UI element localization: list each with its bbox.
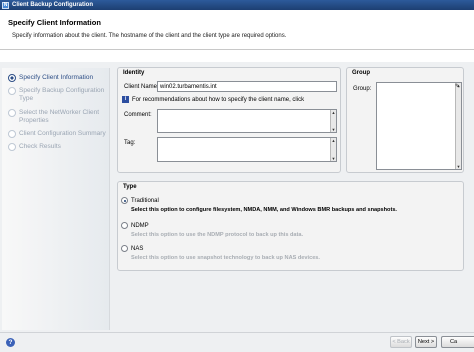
step-check-results[interactable]: Check Results: [8, 143, 109, 151]
type-option-traditional[interactable]: Traditional: [121, 197, 159, 204]
tag-textarea[interactable]: ▲ ▼: [157, 137, 337, 162]
help-icon[interactable]: ?: [6, 338, 15, 347]
step-client-configuration-summary[interactable]: Client Configuration Summary: [8, 130, 109, 138]
app-icon: N: [2, 1, 9, 9]
step-bullet-icon: [8, 87, 16, 95]
group-list[interactable]: ▲ ▼: [376, 82, 462, 170]
type-option-ndmp[interactable]: NDMP: [121, 222, 149, 229]
wizard-header: Specify Client Information Specify infor…: [0, 10, 474, 50]
step-label: Select the NetWorker Client Properties: [19, 109, 100, 124]
info-icon: i: [122, 96, 129, 103]
identity-panel-title: Identity: [123, 70, 145, 76]
type-panel-title: Type: [123, 184, 137, 190]
scroll-down-icon[interactable]: ▼: [331, 156, 336, 161]
nas-label: NAS: [131, 245, 144, 252]
nas-radio[interactable]: [121, 245, 128, 252]
pencil-icon[interactable]: ✎: [455, 84, 461, 90]
ndmp-description: Select this option to use the NDMP proto…: [131, 232, 304, 238]
step-bullet-icon: [8, 109, 16, 117]
client-name-help-text[interactable]: For recommendations about how to specify…: [132, 97, 304, 103]
client-name-value: win02.turbamentis.int: [160, 83, 217, 90]
title-bar: N Client Backup Configuration: [0, 0, 474, 10]
scroll-up-icon[interactable]: ▲: [331, 138, 336, 143]
ndmp-label: NDMP: [131, 222, 149, 229]
comment-scrollbar[interactable]: ▲ ▼: [330, 110, 336, 132]
client-name-input[interactable]: win02.turbamentis.int: [157, 81, 337, 92]
page-title: Specify Client Information: [8, 18, 101, 27]
group-label: Group:: [353, 86, 372, 92]
traditional-radio[interactable]: [121, 197, 128, 204]
next-button[interactable]: Next >: [415, 336, 437, 348]
step-label: Check Results: [19, 143, 61, 150]
step-label: Specify Client Information: [19, 74, 94, 81]
step-specify-backup-configuration-type[interactable]: Specify Backup Configuration Type: [8, 87, 109, 103]
client-name-label: Client Name:: [124, 84, 159, 90]
back-button[interactable]: < Back: [390, 336, 412, 348]
step-bullet-icon: [8, 74, 16, 82]
comment-textarea[interactable]: ▲ ▼: [157, 109, 337, 133]
ndmp-radio[interactable]: [121, 222, 128, 229]
scroll-down-icon[interactable]: ▼: [331, 127, 336, 132]
group-scrollbar[interactable]: ▲ ▼: [455, 83, 461, 169]
step-label: Specify Backup Configuration Type: [19, 87, 105, 102]
group-panel-title: Group: [352, 70, 370, 76]
window-title: Client Backup Configuration: [12, 2, 93, 8]
comment-label: Comment:: [124, 112, 152, 118]
scroll-down-icon[interactable]: ▼: [456, 164, 461, 169]
client-name-help-row: i For recommendations about how to speci…: [122, 96, 304, 103]
traditional-label: Traditional: [131, 197, 159, 204]
tag-label: Tag:: [124, 140, 136, 146]
tag-scrollbar[interactable]: ▲ ▼: [330, 138, 336, 161]
page-description: Specify information about the client. Th…: [12, 33, 287, 39]
step-bullet-icon: [8, 143, 16, 151]
scroll-up-icon[interactable]: ▲: [331, 110, 336, 115]
step-bullet-icon: [8, 130, 16, 138]
step-select-client-properties[interactable]: Select the NetWorker Client Properties: [8, 109, 109, 125]
step-label: Client Configuration Summary: [19, 130, 106, 137]
nas-description: Select this option to use snapshot techn…: [131, 255, 320, 261]
step-specify-client-information[interactable]: Specify Client Information: [8, 74, 109, 82]
type-option-nas[interactable]: NAS: [121, 245, 143, 252]
wizard-steps: Specify Client Information Specify Backu…: [2, 68, 110, 330]
cancel-button[interactable]: Ca: [441, 336, 474, 348]
traditional-description: Select this option to configure filesyst…: [131, 207, 397, 213]
